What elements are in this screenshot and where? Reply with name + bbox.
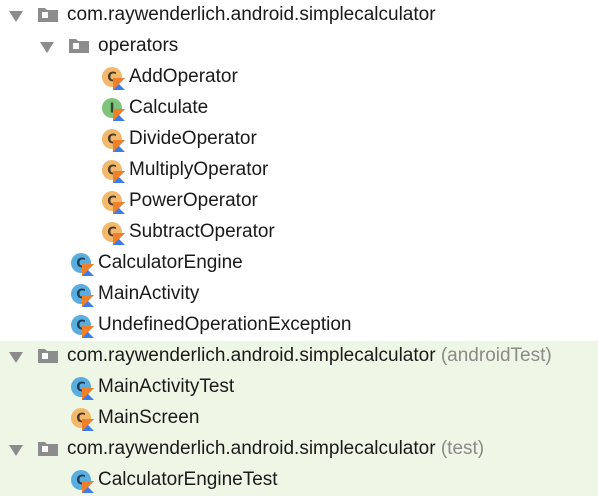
kotlin-class-icon: C	[70, 252, 94, 276]
kotlin-class-icon: C	[101, 159, 125, 183]
package-folder-icon	[37, 438, 59, 458]
kotlin-class-icon: C	[101, 66, 125, 90]
expand-arrow-icon[interactable]	[9, 445, 23, 456]
package-path-text: com.raywenderlich.android.simplecalculat…	[67, 345, 436, 366]
source-set-suffix: (test)	[440, 438, 485, 459]
expand-arrow-icon[interactable]	[9, 352, 23, 363]
tree-row-operators-package[interactable]: operators	[0, 31, 598, 62]
tree-row-subtract-operator[interactable]: C SubtractOperator	[0, 217, 598, 248]
class-name-label: CalculatorEngine	[98, 252, 243, 273]
tree-row-undefined-operation-exception[interactable]: C UndefinedOperationException	[0, 310, 598, 341]
class-name-label: MainActivity	[98, 283, 200, 304]
class-name-label: DivideOperator	[129, 128, 257, 149]
tree-row-main-activity[interactable]: C MainActivity	[0, 279, 598, 310]
kotlin-class-icon: C	[70, 376, 94, 400]
tree-row-main-package[interactable]: com.raywenderlich.android.simplecalculat…	[0, 0, 598, 31]
package-name-label: com.raywenderlich.android.simplecalculat…	[67, 345, 552, 367]
kotlin-class-icon: C	[70, 314, 94, 338]
tree-row-divide-operator[interactable]: C DivideOperator	[0, 124, 598, 155]
kotlin-class-icon: C	[70, 407, 94, 431]
source-set-suffix: (androidTest)	[440, 345, 552, 366]
tree-row-main-activity-test[interactable]: C MainActivityTest	[0, 372, 598, 403]
class-name-label: CalculatorEngineTest	[98, 469, 278, 490]
class-name-label: SubtractOperator	[129, 221, 275, 242]
package-name-label: com.raywenderlich.android.simplecalculat…	[67, 4, 436, 25]
kotlin-class-icon: C	[70, 469, 94, 493]
class-name-label: MainActivityTest	[98, 376, 235, 397]
tree-row-calculator-engine-test[interactable]: C CalculatorEngineTest	[0, 465, 598, 496]
tree-row-multiply-operator[interactable]: C MultiplyOperator	[0, 155, 598, 186]
tree-row-calculator-engine[interactable]: C CalculatorEngine	[0, 248, 598, 279]
expand-arrow-icon[interactable]	[9, 11, 23, 22]
kotlin-class-icon: C	[101, 128, 125, 152]
kotlin-class-icon: C	[101, 190, 125, 214]
package-path-text: com.raywenderlich.android.simplecalculat…	[67, 438, 436, 459]
class-name-label: UndefinedOperationException	[98, 314, 352, 335]
tree-row-power-operator[interactable]: C PowerOperator	[0, 186, 598, 217]
class-name-label: Calculate	[129, 97, 209, 118]
class-name-label: AddOperator	[129, 66, 238, 87]
package-folder-icon	[37, 4, 59, 24]
project-tree: com.raywenderlich.android.simplecalculat…	[0, 0, 598, 496]
class-name-label: PowerOperator	[129, 190, 258, 211]
package-name-label: operators	[98, 35, 179, 56]
class-name-label: MainScreen	[98, 407, 200, 428]
kotlin-class-icon: C	[70, 283, 94, 307]
tree-row-add-operator[interactable]: C AddOperator	[0, 62, 598, 93]
tree-row-main-screen[interactable]: C MainScreen	[0, 403, 598, 434]
kotlin-interface-icon: I	[101, 97, 125, 121]
package-folder-icon	[68, 35, 90, 55]
package-name-label: com.raywenderlich.android.simplecalculat…	[67, 438, 484, 460]
expand-arrow-icon[interactable]	[40, 42, 54, 53]
class-name-label: MultiplyOperator	[129, 159, 269, 180]
tree-row-android-test-package[interactable]: com.raywenderlich.android.simplecalculat…	[0, 341, 598, 372]
kotlin-class-icon: C	[101, 221, 125, 245]
tree-row-test-package[interactable]: com.raywenderlich.android.simplecalculat…	[0, 434, 598, 465]
package-folder-icon	[37, 345, 59, 365]
tree-row-calculate[interactable]: I Calculate	[0, 93, 598, 124]
